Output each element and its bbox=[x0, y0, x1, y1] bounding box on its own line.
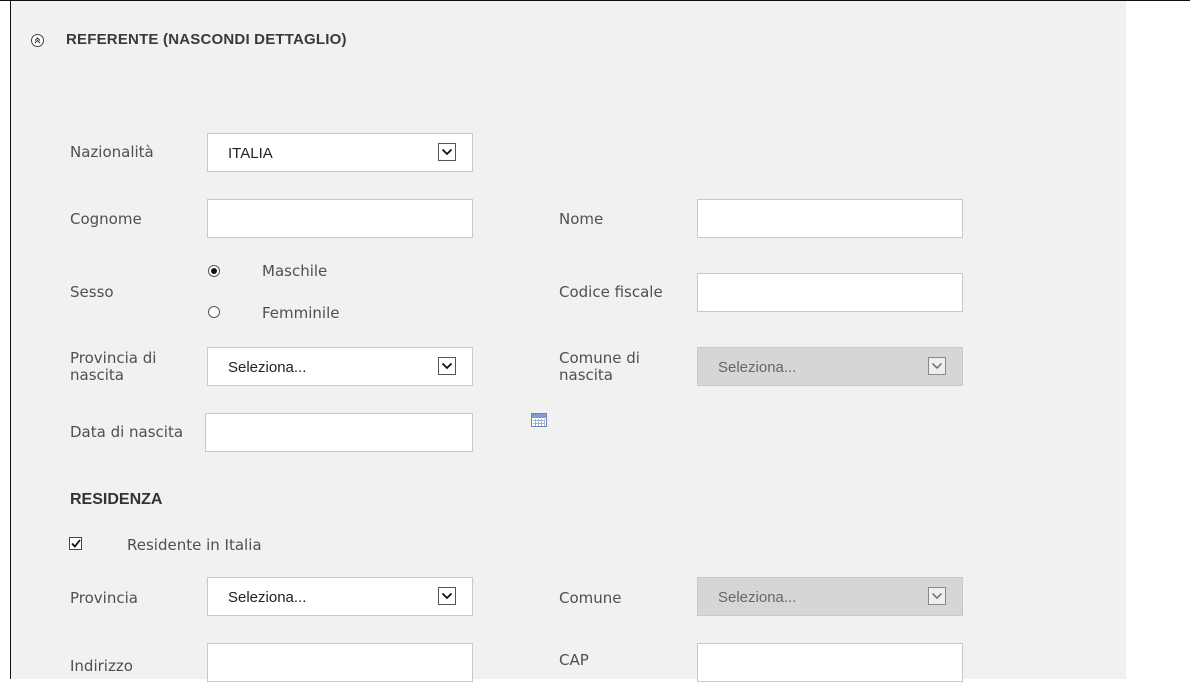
chevron-double-up-icon[interactable] bbox=[31, 34, 44, 47]
provincia-label: Provincia bbox=[70, 589, 138, 607]
comune-nascita-label-line2: nascita bbox=[559, 366, 614, 384]
comune-label: Comune bbox=[559, 589, 622, 607]
maschile-label: Maschile bbox=[262, 262, 328, 280]
calendar-icon[interactable] bbox=[531, 413, 547, 427]
data-nascita-input[interactable] bbox=[205, 413, 473, 452]
residente-italia-checkbox[interactable] bbox=[69, 537, 82, 550]
comune-value: Seleziona... bbox=[718, 589, 797, 606]
nazionalita-label: Nazionalità bbox=[70, 143, 154, 161]
chevron-down-icon bbox=[928, 587, 946, 605]
provincia-nascita-select[interactable]: Seleziona... bbox=[207, 347, 473, 386]
provincia-nascita-value: Seleziona... bbox=[228, 359, 307, 376]
nazionalita-select[interactable]: ITALIA bbox=[207, 133, 473, 172]
chevron-down-icon bbox=[438, 357, 456, 375]
chevron-down-icon bbox=[438, 587, 456, 605]
provincia-nascita-label-line1: Provincia di bbox=[70, 349, 157, 367]
nome-input[interactable] bbox=[697, 199, 963, 238]
radio-femminile[interactable] bbox=[208, 306, 220, 318]
calendar-grid bbox=[533, 419, 545, 426]
comune-nascita-label-line1: Comune di bbox=[559, 349, 640, 367]
radio-maschile[interactable] bbox=[208, 265, 220, 277]
codice-fiscale-label: Codice fiscale bbox=[559, 283, 663, 301]
radio-selected-dot bbox=[211, 268, 217, 274]
provincia-value: Seleziona... bbox=[228, 589, 307, 606]
provincia-select[interactable]: Seleziona... bbox=[207, 577, 473, 616]
cap-input[interactable] bbox=[697, 643, 963, 682]
indirizzo-input[interactable] bbox=[207, 643, 473, 682]
cognome-input[interactable] bbox=[207, 199, 473, 238]
femminile-label: Femminile bbox=[262, 304, 340, 322]
cap-label: CAP bbox=[559, 651, 589, 669]
indirizzo-label: Indirizzo bbox=[70, 657, 133, 675]
chevron-down-icon bbox=[438, 143, 456, 161]
comune-nascita-value: Seleziona... bbox=[718, 359, 797, 376]
residenza-title: RESIDENZA bbox=[70, 491, 163, 508]
residente-italia-label: Residente in Italia bbox=[127, 536, 262, 554]
section-header-title[interactable]: REFERENTE (NASCONDI DETTAGLIO) bbox=[66, 31, 347, 48]
sesso-label: Sesso bbox=[70, 283, 114, 301]
cognome-label: Cognome bbox=[70, 210, 142, 228]
comune-select[interactable]: Seleziona... bbox=[697, 577, 963, 616]
codice-fiscale-input[interactable] bbox=[697, 273, 963, 312]
data-nascita-label: Data di nascita bbox=[70, 423, 184, 441]
nazionalita-value: ITALIA bbox=[228, 145, 273, 162]
comune-nascita-select[interactable]: Seleziona... bbox=[697, 347, 963, 386]
provincia-nascita-label-line2: nascita bbox=[70, 366, 125, 384]
chevron-down-icon bbox=[928, 357, 946, 375]
nome-label: Nome bbox=[559, 210, 604, 228]
